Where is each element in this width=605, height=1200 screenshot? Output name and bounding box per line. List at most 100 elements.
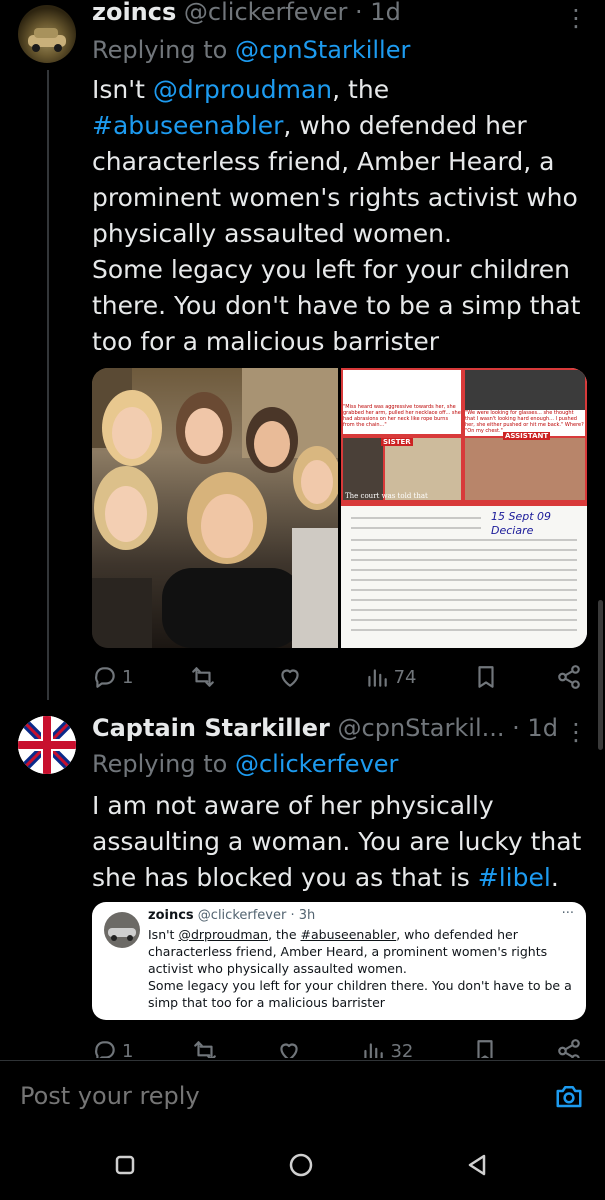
quote-display-name[interactable]: zoincs <box>148 908 194 923</box>
like-button[interactable] <box>276 1038 302 1058</box>
quote-handle[interactable]: @clickerfever <box>198 908 287 923</box>
share-icon <box>558 665 580 689</box>
reply-button[interactable]: 1 <box>92 664 133 690</box>
more-icon[interactable]: ⋮ <box>564 6 588 30</box>
replying-handle[interactable]: @cpnStarkiller <box>235 36 410 64</box>
camera-button[interactable] <box>554 1081 584 1111</box>
photo-group-selfie[interactable] <box>92 368 338 648</box>
bookmark-button[interactable] <box>473 664 499 690</box>
quote-hashtag[interactable]: #abuseenabler <box>301 927 397 942</box>
photo-collage[interactable]: "Miss heard was aggressive towards her, … <box>341 368 587 648</box>
quote-more-icon[interactable]: ··· <box>562 906 574 921</box>
avatar-zoincs[interactable] <box>18 5 76 63</box>
nav-home-button[interactable] <box>286 1150 316 1180</box>
collage-photo-assistant <box>465 438 585 500</box>
collage-label-assistant: ASSISTANT <box>503 432 551 440</box>
views-count: 32 <box>390 1040 414 1059</box>
display-name[interactable]: Captain Starkiller <box>92 714 330 742</box>
views-button[interactable]: 32 <box>360 1038 413 1058</box>
retweet-icon <box>193 1041 216 1058</box>
bookmark-button[interactable] <box>472 1038 498 1058</box>
retweet-button[interactable] <box>192 1038 218 1058</box>
quote-text: Isn't @drproudman, the #abuseenabler, wh… <box>148 926 576 1011</box>
reply-count: 1 <box>122 1040 134 1059</box>
thread-line <box>47 70 49 700</box>
hashtag-link[interactable]: #abuseenabler <box>92 111 283 140</box>
tweet-actions: 1 32 <box>92 1034 582 1058</box>
text-span: , the <box>268 927 301 942</box>
reply-composer <box>0 1060 605 1131</box>
quoted-tweet[interactable]: zoincs @clickerfever · 3h ··· Isn't @drp… <box>92 902 586 1020</box>
collage-photo-right <box>465 370 585 410</box>
timestamp[interactable]: 1d <box>527 714 558 742</box>
views-icon <box>367 669 387 687</box>
quote-timestamp[interactable]: 3h <box>299 908 316 923</box>
reply-button[interactable]: 1 <box>92 1038 133 1058</box>
collage-label-sister: SISTER <box>381 438 413 446</box>
views-icon <box>364 1043 384 1058</box>
quote-paragraph: Isn't @drproudman, the #abuseenabler, wh… <box>148 926 576 977</box>
tweet-header: Captain Starkiller @cpnStarkil... · 1d <box>92 714 558 742</box>
replying-handle[interactable]: @clickerfever <box>235 750 398 778</box>
tweet-header: zoincs @clickerfever · 1d <box>92 0 401 26</box>
quote-separator: · <box>290 908 295 923</box>
like-button[interactable] <box>277 664 307 690</box>
bookmark-icon <box>477 1040 493 1058</box>
collage-photo-mid <box>385 438 461 500</box>
quote-paragraph: Some legacy you left for your children t… <box>148 978 572 1010</box>
hashtag-link[interactable]: #libel <box>478 863 551 892</box>
tweet-paragraph: I am not aware of her physically assault… <box>92 788 592 896</box>
handle[interactable]: @clickerfever <box>184 0 347 26</box>
views-button[interactable]: 74 <box>364 664 417 690</box>
views-count: 74 <box>393 666 417 688</box>
share-icon <box>558 1039 580 1058</box>
system-nav-bar <box>0 1130 605 1200</box>
quote-mention[interactable]: @drproudman <box>178 927 268 942</box>
text-span: . <box>550 863 559 892</box>
retweet-button[interactable] <box>190 664 220 690</box>
share-button[interactable] <box>556 664 582 690</box>
quote-header: zoincs @clickerfever · 3h <box>148 908 315 923</box>
tweet-zoincs[interactable]: zoincs @clickerfever · 1d ⋮ Replying to … <box>0 0 605 700</box>
nav-back-button[interactable] <box>462 1150 492 1180</box>
replying-to: Replying to @cpnStarkiller <box>92 36 410 64</box>
avatar-captain-starkiller[interactable] <box>18 716 76 774</box>
reply-input[interactable] <box>18 1075 522 1117</box>
separator: · <box>512 714 520 742</box>
text-span: , the <box>332 75 390 104</box>
collage-top: "Miss heard was aggressive towards her, … <box>341 368 587 506</box>
nav-recents-button[interactable] <box>110 1150 140 1180</box>
collage-document: 15 Sept 09 Deciare <box>341 506 587 648</box>
quote-avatar[interactable] <box>104 912 140 948</box>
like-icon <box>280 1043 298 1058</box>
nav-home-icon <box>289 1153 313 1177</box>
tweet-paragraph: Isn't @drproudman, the #abuseenabler, wh… <box>92 72 592 252</box>
collage-caption: The court was told that <box>345 492 428 500</box>
handle[interactable]: @cpnStarkil... <box>338 714 505 742</box>
collage-quote-text-a: "Miss heard was aggressive towards her, … <box>343 404 461 434</box>
reply-icon <box>95 667 115 688</box>
text-span: Isn't <box>92 75 153 104</box>
timestamp[interactable]: 1d <box>370 0 401 26</box>
separator: · <box>355 0 363 26</box>
display-name[interactable]: zoincs <box>92 0 176 26</box>
scrollbar[interactable] <box>598 600 603 750</box>
tweet-actions: 1 74 <box>92 660 582 694</box>
tweet-paragraph: Some legacy you left for your children t… <box>92 255 581 356</box>
share-button[interactable] <box>556 1038 582 1058</box>
tweet-media[interactable]: "Miss heard was aggressive towards her, … <box>92 368 587 648</box>
replying-label: Replying to <box>92 36 228 64</box>
collage-photo-sister <box>343 438 383 500</box>
more-icon[interactable]: ⋮ <box>564 720 588 744</box>
camera-icon <box>556 1086 582 1108</box>
retweet-icon <box>192 667 215 687</box>
bookmark-icon <box>478 666 494 688</box>
nav-recents-icon <box>115 1155 135 1175</box>
reply-icon <box>95 1041 115 1058</box>
replying-label: Replying to <box>92 750 228 778</box>
text-span: Isn't <box>148 927 179 942</box>
reply-count: 1 <box>122 666 134 688</box>
mention-link[interactable]: @drproudman <box>153 75 332 104</box>
nav-back-icon <box>468 1154 486 1176</box>
tweet-text: I am not aware of her physically assault… <box>92 788 592 896</box>
